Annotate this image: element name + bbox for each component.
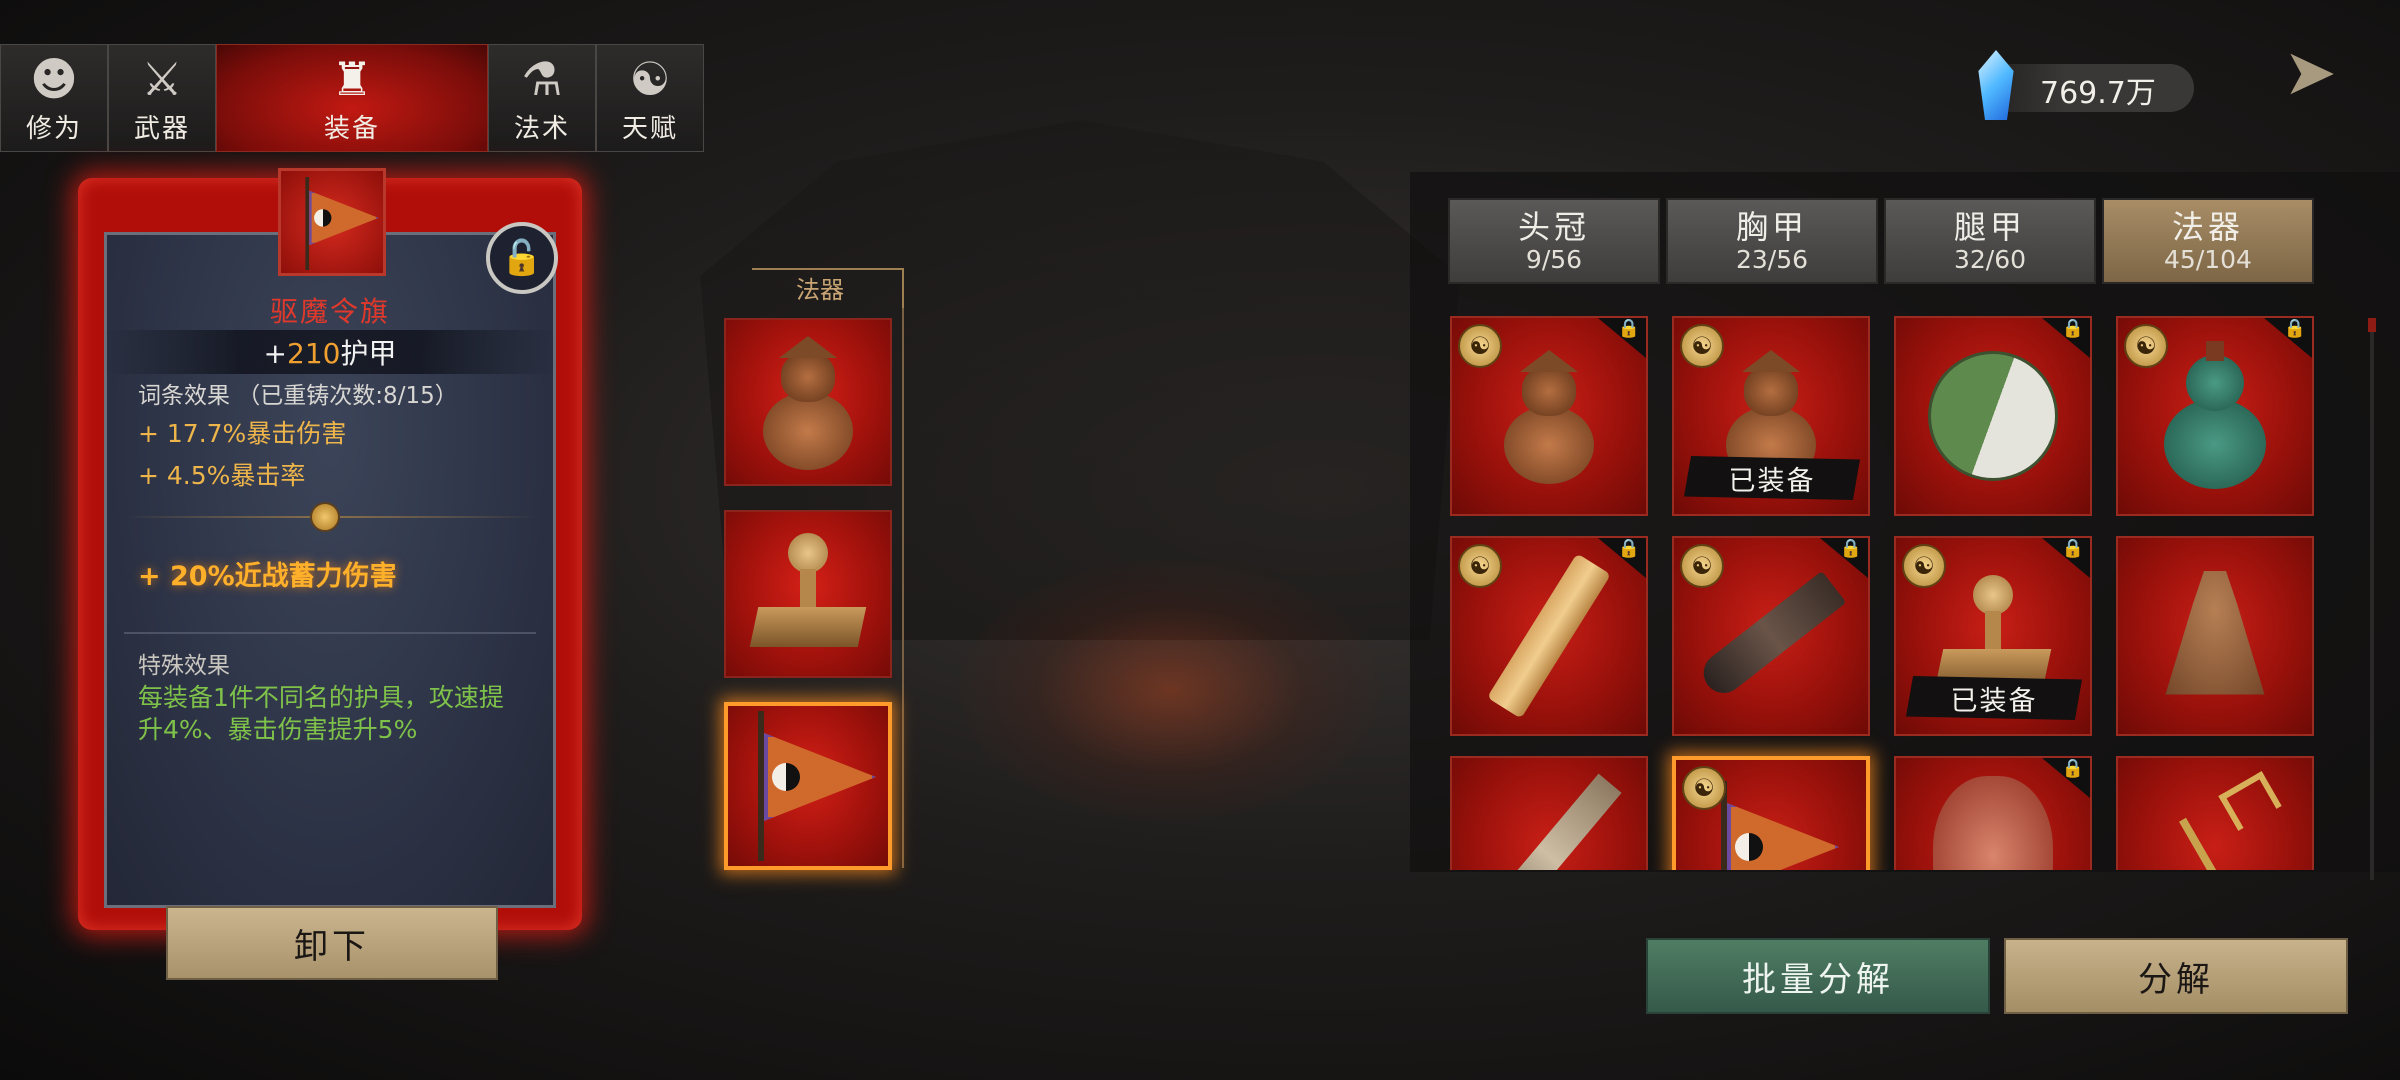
equip-slot-1[interactable] [724,318,892,486]
attributes-header: 词条效果 （已重铸次数:8/15） [138,383,458,409]
inventory-grid: ☯ 🔒 ☯ 已装备 🔒 ☯ 🔒 ☯ 🔒 ☯ 🔒 ☯ 🔒 已装备 ☯ 🔒 [1450,316,2322,870]
back-button[interactable]: ➤ [2270,28,2350,118]
equip-slot-2[interactable] [724,510,892,678]
yinyang-jade-icon [1928,351,2058,481]
command-flag-icon [738,711,878,861]
category-name: 头冠 [1517,207,1590,246]
bagua-icon: ☯ [629,52,671,106]
attribute-line: + 17.7%暴击伤害 [138,419,347,448]
category-tabs: 头冠 9/56 胸甲 23/56 腿甲 32/60 法器 45/104 [1448,198,2314,284]
wooden-ruler-icon [1486,553,1612,719]
slot-column-line [902,308,904,868]
bagua-coin-icon: ☯ [2124,324,2168,368]
divider-gem-icon [310,502,340,532]
tab-cultivation[interactable]: ☻ 修为 [0,44,108,152]
horn-icon [1695,570,1847,702]
tab-label: 装备 [323,114,380,144]
background-fire-glow [960,560,1380,820]
divider [124,632,536,634]
bagua-coin-icon: ☯ [1680,544,1724,588]
bagua-coin-icon: ☯ [1680,324,1724,368]
bagua-coin-icon: ☯ [1458,324,1502,368]
tab-equipment[interactable]: ♜ 装备 [216,44,488,152]
tab-spell[interactable]: ⚗ 法术 [488,44,596,152]
gourd-pot-icon [753,332,863,472]
lock-toggle-button[interactable]: 🔓 [486,222,558,294]
monk-head-icon: ☻ [30,52,78,106]
inventory-item[interactable] [1450,756,1648,870]
inventory-item[interactable]: 🔒 [1894,316,2092,516]
padlock-open-icon: 🔓 [500,238,544,278]
equipped-tag: 已装备 [1684,456,1860,500]
lock-icon: 🔒 [1598,318,1646,358]
bagua-coin-icon: ☯ [1458,544,1502,588]
inventory-item[interactable] [2116,536,2314,736]
armor-value: 210 [287,337,341,370]
special-effect-text: 每装备1件不同名的护具，攻速提升4%、暴击伤害提升5% [138,683,504,744]
special-effect-header: 特殊效果 [138,653,230,679]
tab-label: 法术 [513,114,570,144]
inventory-item[interactable]: ☯ 已装备 [1672,316,1870,516]
inventory-item[interactable]: ☯ 🔒 [1450,316,1648,516]
tab-label: 修为 [25,114,82,144]
inventory-scrollbar[interactable] [2370,320,2374,880]
robe-icon: ♜ [331,52,373,106]
category-name: 腿甲 [1953,207,2026,246]
gourd-pot-icon [1494,346,1604,486]
coin-sword-icon [1476,773,1622,870]
inventory-item[interactable]: ☯ 🔒 已装备 [1894,536,2092,736]
tab-talent[interactable]: ☯ 天赋 [596,44,704,152]
inventory-scrollbar-thumb[interactable] [2368,318,2376,332]
category-tab-head[interactable]: 头冠 9/56 [1448,198,1660,284]
bagua-coin-icon: ☯ [1682,766,1726,810]
inventory-item[interactable] [2116,756,2314,870]
inventory-item[interactable]: 🔒 [1894,756,2092,870]
category-tab-legs[interactable]: 腿甲 32/60 [1884,198,2096,284]
item-detail-thumbnail [278,168,386,276]
category-name: 胸甲 [1735,207,1808,246]
equipped-tag: 已装备 [1906,676,2082,720]
category-count: 23/56 [1735,244,1809,274]
lock-icon: 🔒 [2042,758,2090,798]
lock-icon: 🔒 [1820,538,1868,578]
trident-icon [2155,771,2282,870]
tab-label: 天赋 [621,114,678,144]
armor-prefix: + [263,337,287,370]
item-name: 驱魔令旗 [269,295,390,328]
armor-stat: +210护甲 [104,330,556,374]
equip-slot-3[interactable] [724,702,892,870]
bell-icon [2165,571,2265,695]
red-vase-icon [1933,776,2053,870]
inventory-item[interactable]: ☯ 🔒 [1450,536,1648,736]
lock-icon: 🔒 [2264,318,2312,358]
category-count: 32/60 [1953,244,2027,274]
slot-column-label: 法器 [796,276,844,304]
bagua-coin-icon: ☯ [1902,544,1946,588]
bonus-effect: + 20%近战蓄力伤害 [138,561,397,592]
category-name: 法器 [2171,207,2244,246]
category-tab-chest[interactable]: 胸甲 23/56 [1666,198,1878,284]
bulk-decompose-button[interactable]: 批量分解 [1646,938,1990,1014]
command-flag-icon [293,177,380,270]
category-count: 9/56 [1525,244,1583,274]
inventory-item[interactable]: ☯ 🔒 [1672,536,1870,736]
category-tab-artifact[interactable]: 法器 45/104 [2102,198,2314,284]
currency-value: 769.7万 [2040,76,2156,111]
lock-icon: 🔒 [2042,318,2090,358]
armor-label: 护甲 [340,337,397,370]
unequip-button[interactable]: 卸下 [166,906,498,980]
inventory-item[interactable]: ☯ 🔒 [2116,316,2314,516]
seal-stamp-icon [748,529,868,659]
scroll-icon: ⚗ [521,52,563,106]
decompose-button[interactable]: 分解 [2004,938,2348,1014]
tab-label: 武器 [133,114,190,144]
top-tab-bar: ☻ 修为 ⚔ 武器 ♜ 装备 ⚗ 法术 ☯ 天赋 [0,44,704,152]
tab-weapon[interactable]: ⚔ 武器 [108,44,216,152]
staff-icon: ⚔ [141,52,183,106]
attribute-line: + 4.5%暴击率 [138,461,306,490]
category-count: 45/104 [2164,244,2252,274]
green-gourd-icon [2160,341,2270,491]
inventory-item[interactable]: ☯ [1672,756,1870,870]
back-arrow-icon: ➤ [2283,36,2337,110]
